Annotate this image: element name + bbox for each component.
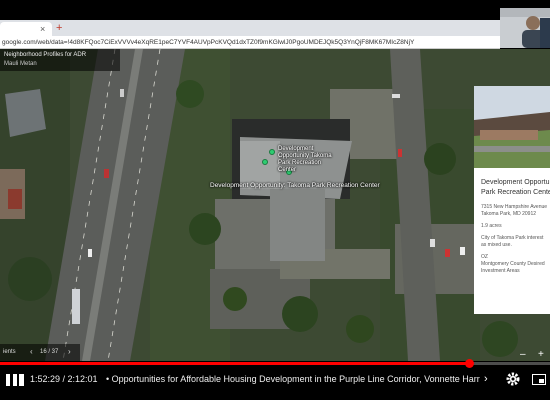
place-details: 7315 New Hampshire Avenue Takoma Park, M…: [481, 204, 550, 280]
slide-counter: 16 / 37: [40, 349, 59, 355]
settings-gear-icon[interactable]: [506, 372, 520, 386]
zoom-in-button[interactable]: +: [538, 349, 544, 360]
slide-nav-label: ients: [3, 349, 16, 355]
next-slide-button[interactable]: ›: [68, 347, 71, 356]
map-pin-icon[interactable]: [262, 159, 268, 165]
place-title-line: Development Opportu: [481, 179, 550, 186]
video-frame[interactable]: × + google.com/web/data=!4d8KFQoc7CiExVV…: [0, 0, 550, 400]
designation-line: Montgomery County Desired: [481, 261, 545, 267]
miniplayer-icon[interactable]: [532, 374, 546, 385]
oz-label: OZ: [481, 254, 488, 260]
note-line: as mixed use.: [481, 242, 512, 248]
map-zoom-controls: – +: [512, 349, 550, 361]
address-line: Takoma Park, MD 20912: [481, 211, 537, 217]
building-label: Development Opportunity Takoma Park Recr…: [278, 146, 332, 173]
prev-slide-button[interactable]: ‹: [30, 347, 33, 356]
place-photo[interactable]: [474, 86, 550, 168]
chevron-right-icon[interactable]: ›: [484, 373, 488, 385]
player-controls: 1:52:29 / 2:12:01 • Opportunities for Af…: [0, 366, 550, 394]
browser-tab[interactable]: ×: [0, 22, 52, 36]
acreage: 1.9 acres: [481, 223, 502, 229]
place-info-panel: Development Opportu Park Recreation Cent…: [474, 86, 550, 314]
zoom-out-button[interactable]: –: [520, 349, 526, 360]
browser-tab-strip: × +: [0, 20, 500, 36]
map-pin-icon[interactable]: [269, 149, 275, 155]
time-display: 1:52:29 / 2:12:01: [30, 374, 98, 384]
map-overlay-header: Neighborhood Profiles for ADR Mauli Meta…: [0, 49, 120, 71]
webcam-feed: [500, 8, 550, 48]
progress-played: [0, 362, 469, 365]
slide-navigator: ients ‹ 16 / 37 ›: [0, 344, 80, 361]
url-text[interactable]: google.com/web/data=!4d8KFQoc7CiExVVVv4e…: [2, 37, 492, 48]
place-title-line: Park Recreation Cente: [481, 189, 550, 196]
place-label[interactable]: Development Opportunity: Takoma Park Rec…: [210, 182, 380, 189]
note-line: City of Takoma Park interest: [481, 235, 544, 241]
pause-icon[interactable]: [5, 373, 19, 387]
satellite-map[interactable]: Neighborhood Profiles for ADR Mauli Meta…: [0, 49, 550, 361]
new-tab-button[interactable]: +: [56, 21, 62, 35]
address-bar[interactable]: google.com/web/data=!4d8KFQoc7CiExVVVv4e…: [0, 36, 500, 49]
video-title[interactable]: • Opportunities for Affordable Housing D…: [106, 374, 480, 384]
progress-bar[interactable]: [0, 359, 550, 368]
map-imagery: [0, 49, 550, 361]
overlay-title: Neighborhood Profiles for ADR: [4, 52, 87, 58]
volume-icon[interactable]: [19, 374, 24, 386]
designation-line: Investment Areas: [481, 268, 520, 274]
place-title: Development Opportu Park Recreation Cent…: [481, 178, 550, 198]
tab-close-icon[interactable]: ×: [40, 22, 45, 36]
address-line: 7315 New Hampshire Avenue: [481, 204, 548, 210]
overlay-subtitle: Mauli Metan: [4, 61, 37, 67]
